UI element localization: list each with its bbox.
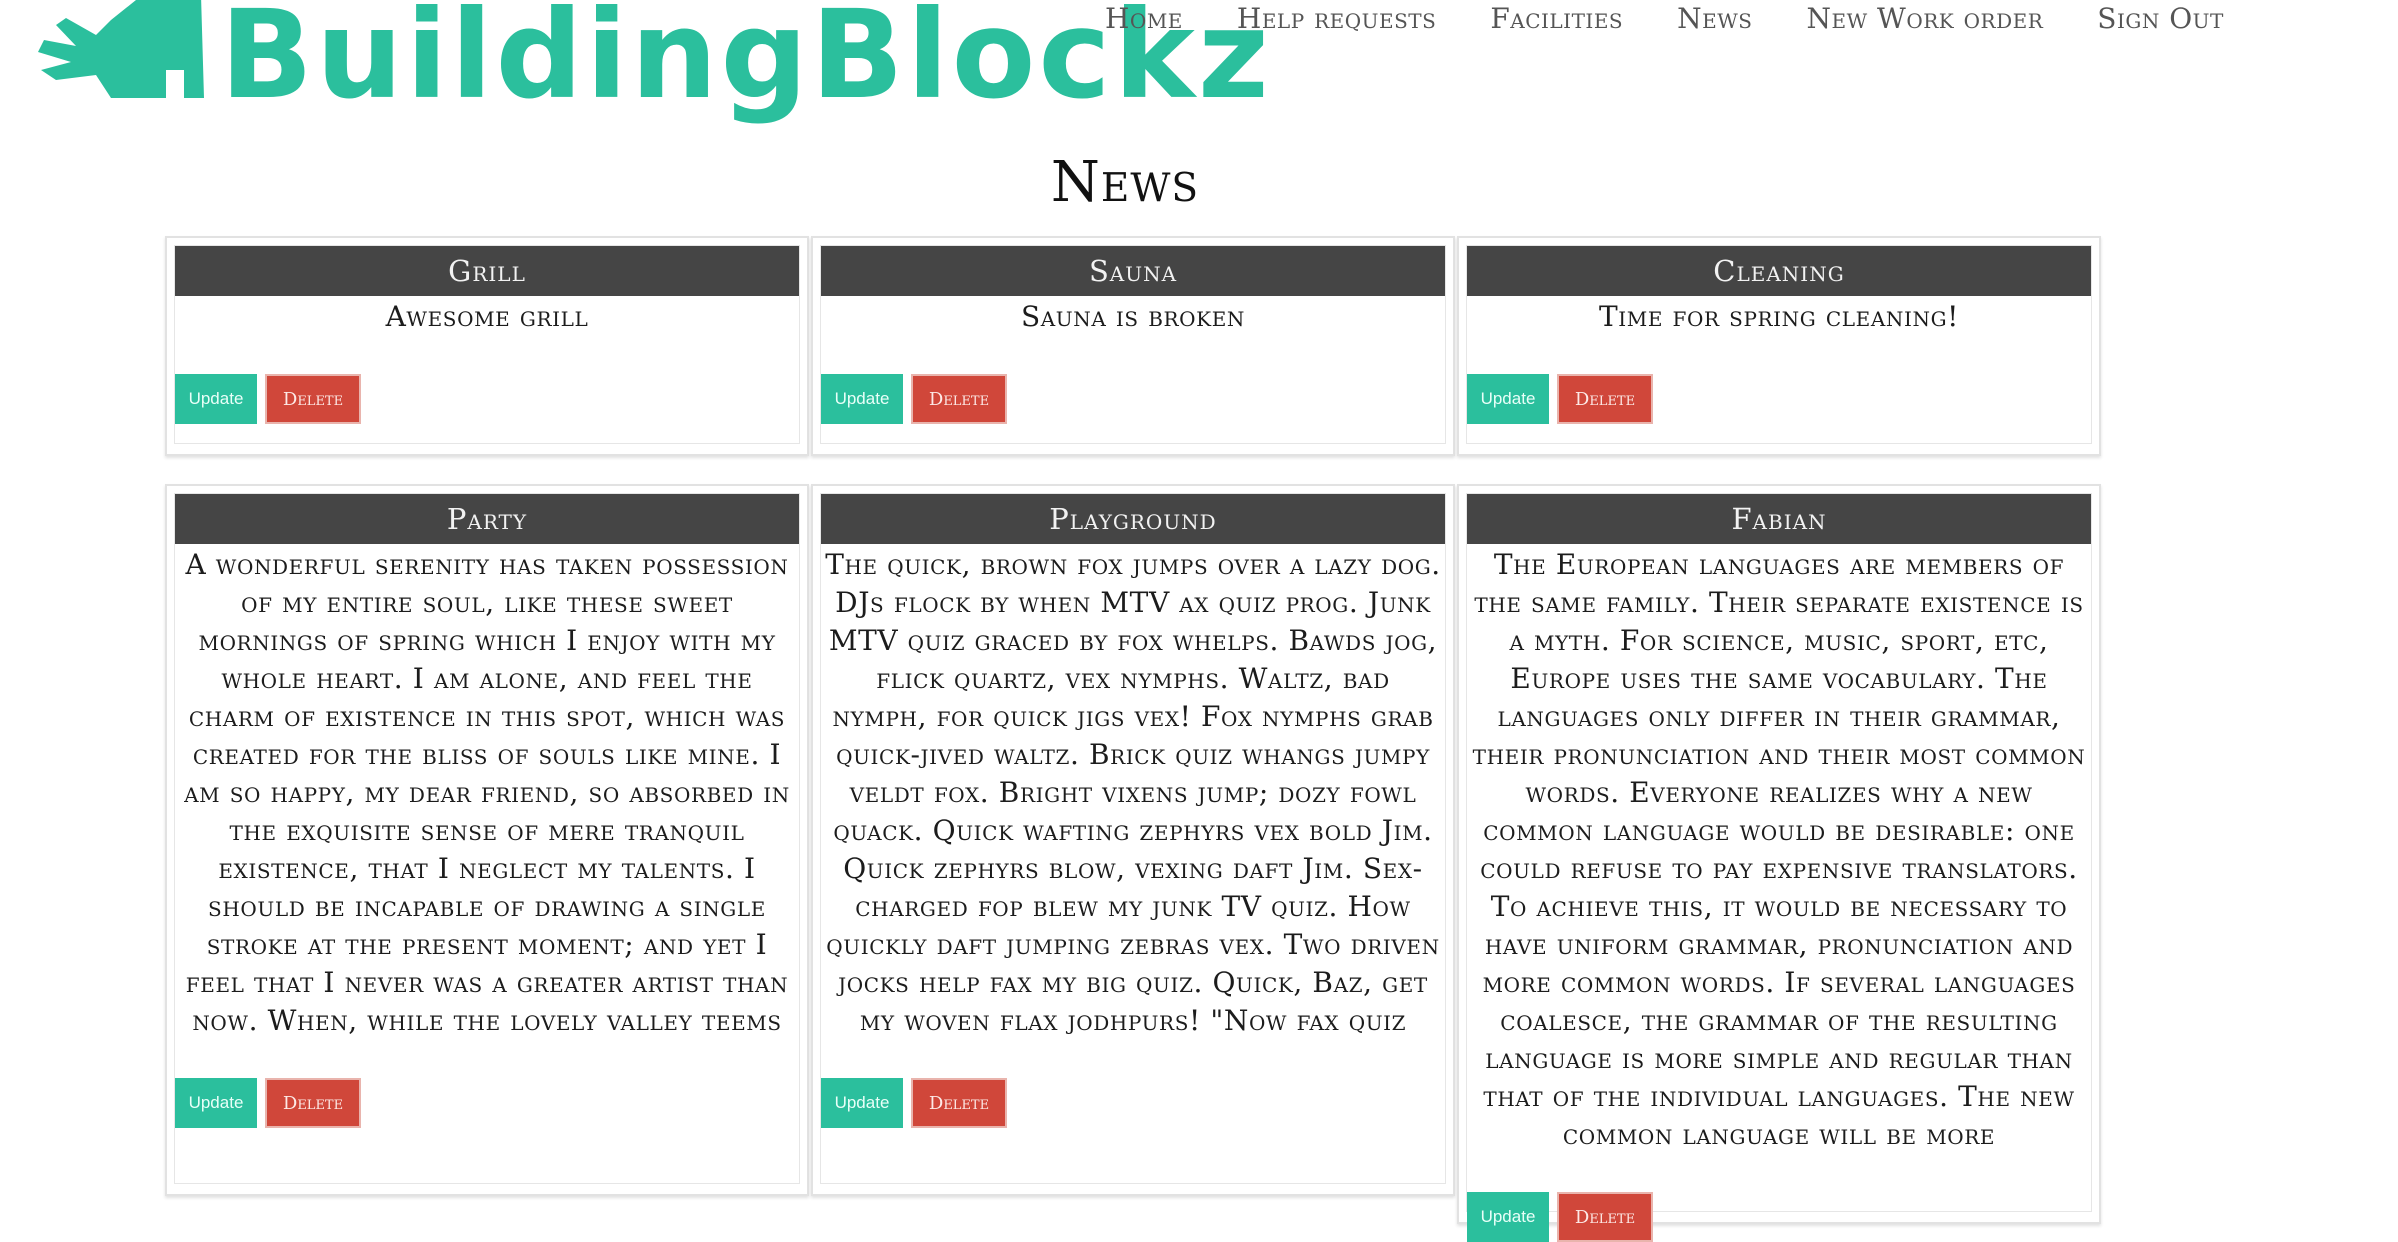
update-button[interactable]: Update	[175, 374, 257, 424]
news-card-body: Time for spring cleaning!	[1598, 300, 1960, 333]
news-card: Sauna Sauna is broken Update Delete	[811, 236, 1455, 456]
nav-facilities[interactable]: Facilities	[1490, 2, 1623, 35]
update-button[interactable]: Update	[821, 374, 903, 424]
page-title: News	[1050, 150, 1200, 215]
news-card-title: Sauna	[821, 246, 1445, 296]
news-card-body: Awesome grill	[385, 300, 589, 333]
delete-button[interactable]: Delete	[1557, 374, 1653, 424]
delete-button[interactable]: Delete	[911, 1078, 1007, 1128]
news-card-title: Party	[175, 494, 799, 544]
update-button[interactable]: Update	[175, 1078, 257, 1128]
news-card-body: A wonderful serenity has taken possessio…	[184, 548, 790, 1044]
news-card-title: Cleaning	[1467, 246, 2091, 296]
nav-home[interactable]: Home	[1105, 2, 1183, 35]
main-nav: Home Help requests Facilities News New W…	[1105, 2, 2278, 35]
top-bar: BuildingBlockz Home Help requests Facili…	[0, 0, 2398, 140]
nav-sign-out[interactable]: Sign Out	[2097, 2, 2224, 35]
news-card-inner: Fabian The European languages are member…	[1466, 493, 2092, 1242]
delete-button[interactable]: Delete	[1557, 1192, 1653, 1242]
news-card-title: Playground	[821, 494, 1445, 544]
card-actions: Update Delete	[175, 374, 361, 424]
news-card: Cleaning Time for spring cleaning! Updat…	[1457, 236, 2101, 456]
card-actions: Update Delete	[175, 1078, 361, 1128]
news-card-body: The quick, brown fox jumps over a lazy d…	[825, 548, 1441, 1044]
card-actions: Update Delete	[1467, 1192, 1653, 1242]
news-card-body: Sauna is broken	[1020, 300, 1246, 333]
brand-logo[interactable]: BuildingBlockz	[36, 0, 1272, 130]
delete-button[interactable]: Delete	[265, 1078, 361, 1128]
nav-new-work-order[interactable]: New Work order	[1806, 2, 2043, 35]
news-card: Playground The quick, brown fox jumps ov…	[811, 484, 1455, 1196]
news-card-inner: Grill Awesome grill Update Delete	[174, 245, 800, 444]
nav-news[interactable]: News	[1677, 2, 1752, 35]
delete-button[interactable]: Delete	[265, 374, 361, 424]
news-card-inner: Cleaning Time for spring cleaning! Updat…	[1466, 245, 2092, 444]
delete-button[interactable]: Delete	[911, 374, 1007, 424]
news-card: Party A wonderful serenity has taken pos…	[165, 484, 809, 1196]
house-hand-icon	[36, 0, 216, 110]
news-card-inner: Party A wonderful serenity has taken pos…	[174, 493, 800, 1184]
card-actions: Update Delete	[821, 1078, 1007, 1128]
news-card-inner: Playground The quick, brown fox jumps ov…	[820, 493, 1446, 1184]
nav-help-requests[interactable]: Help requests	[1237, 2, 1436, 35]
update-button[interactable]: Update	[821, 1078, 903, 1128]
news-card-inner: Sauna Sauna is broken Update Delete	[820, 245, 1446, 444]
news-card: Fabian The European languages are member…	[1457, 484, 2101, 1242]
news-card-body: The European languages are members of th…	[1472, 548, 2086, 1151]
news-card-title: Grill	[175, 246, 799, 296]
update-button[interactable]: Update	[1467, 374, 1549, 424]
news-card: Grill Awesome grill Update Delete	[165, 236, 809, 456]
update-button[interactable]: Update	[1467, 1192, 1549, 1242]
news-card-title: Fabian	[1467, 494, 2091, 544]
card-actions: Update Delete	[1467, 374, 1653, 424]
card-actions: Update Delete	[821, 374, 1007, 424]
